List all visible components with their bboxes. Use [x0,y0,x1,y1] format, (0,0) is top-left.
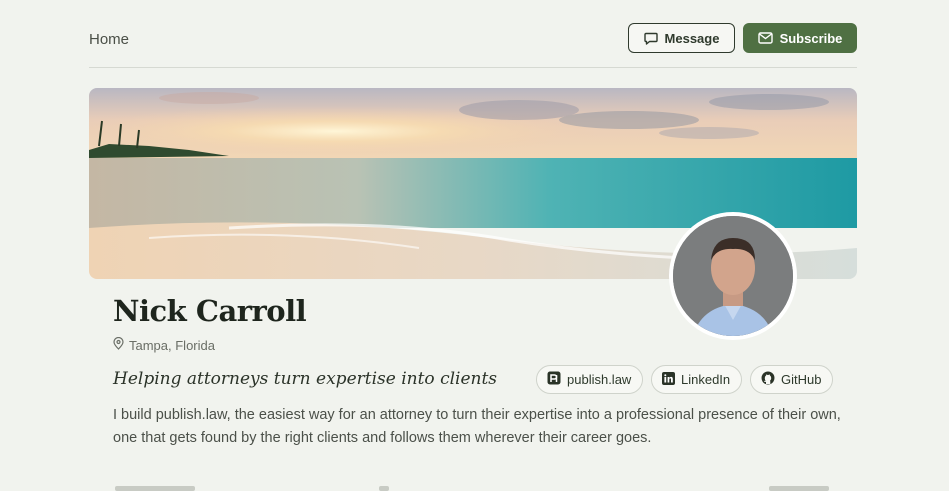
profile-tagline: Helping attorneys turn expertise into cl… [113,369,498,389]
linkedin-label: LinkedIn [681,372,731,387]
profile-name: Nick Carroll [113,294,307,328]
profile-bio: I build publish.law, the easiest way for… [113,407,841,446]
profile-location: Tampa, Florida [113,336,215,353]
top-navigation: Home Message Subscribe [89,23,857,53]
linkedin-icon [662,371,675,388]
publish-law-link[interactable]: publish.law [536,365,643,394]
profile-avatar [669,212,797,340]
github-icon [761,371,775,388]
header-divider [89,67,857,68]
subscribe-button-label: Subscribe [779,30,843,46]
github-label: GitHub [781,372,822,387]
envelope-icon [757,32,773,44]
next-section-peek [89,484,857,491]
message-button-label: Message [664,30,720,46]
location-text: Tampa, Florida [129,337,215,353]
github-link[interactable]: GitHub [750,365,833,394]
linkedin-link[interactable]: LinkedIn [651,365,742,394]
message-button[interactable]: Message [628,23,735,53]
chat-bubble-icon [643,32,658,45]
subscribe-button[interactable]: Subscribe [743,23,857,53]
map-pin-icon [113,336,124,353]
publish-law-label: publish.law [567,372,632,387]
publish-law-icon [547,371,561,388]
home-link[interactable]: Home [89,31,129,48]
